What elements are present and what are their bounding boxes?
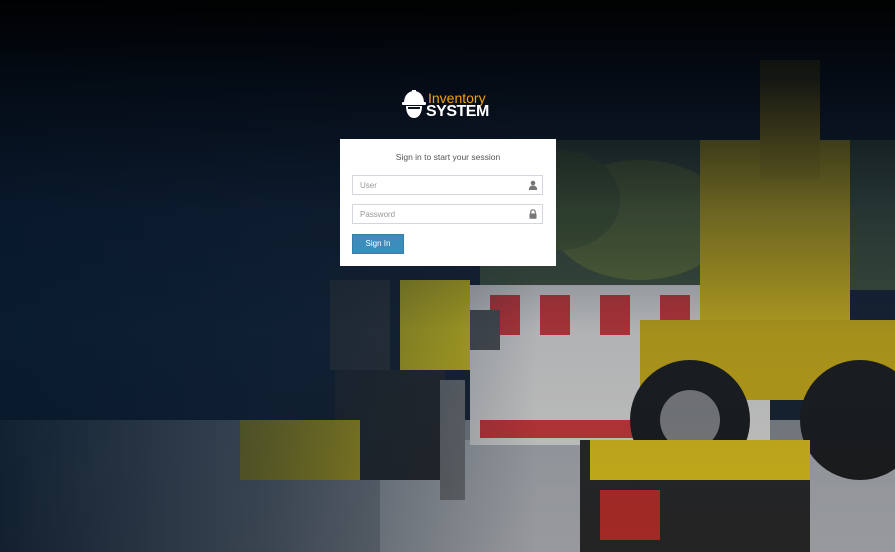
password-field [352, 204, 543, 224]
hard-hat-worker-icon [402, 90, 426, 118]
background [0, 0, 895, 552]
username-input[interactable] [353, 176, 523, 194]
sign-in-button[interactable]: Sign In [352, 234, 404, 254]
lock-icon [529, 209, 537, 219]
logo-text-system: SYSTEM [426, 103, 489, 120]
login-box: Sign in to start your session Sign In [340, 139, 556, 266]
background-overlay [0, 0, 895, 552]
username-field [352, 175, 543, 195]
password-input[interactable] [353, 205, 523, 223]
login-box-message: Sign in to start your session [395, 152, 501, 162]
app-logo: Inventory SYSTEM [401, 89, 497, 125]
user-icon [528, 180, 538, 190]
